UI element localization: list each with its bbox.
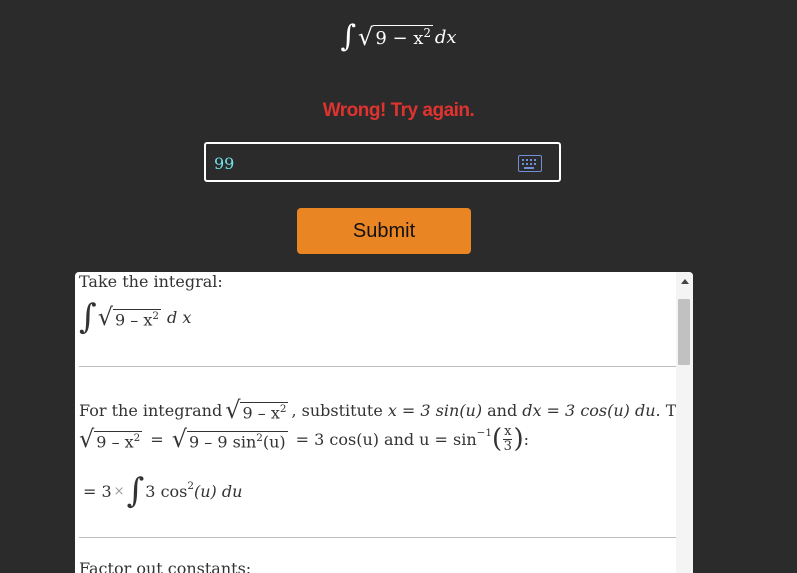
fraction: x3 <box>503 424 513 454</box>
problem-integral: ∫ √ 9 − x2 dx <box>340 22 456 52</box>
integral-sign: ∫ <box>126 471 145 511</box>
feedback-message: Wrong! Try again. <box>322 100 475 121</box>
step1-differential: d x <box>167 307 192 327</box>
step1-sqrt: √ 9 – x2 <box>97 303 162 331</box>
integral-sign: ∫ <box>79 297 97 337</box>
problem-sqrt: √ 9 − x2 <box>358 25 433 49</box>
scrollbar-thumb[interactable] <box>678 299 690 365</box>
problem-differential: dx <box>434 26 457 48</box>
step2-line2: √ 9 – x2 = √ 9 – 9 sin2(u) = 3 cos(u) an… <box>79 424 530 455</box>
answer-input-value[interactable]: 99 <box>214 154 234 173</box>
integral-sign: ∫ <box>340 19 357 54</box>
submit-button[interactable]: Submit <box>297 208 471 254</box>
step2-line1: For the integrand √ 9 – x2 , substitute … <box>79 396 693 424</box>
step1-radicand: 9 – x2 <box>113 309 162 330</box>
step4-label: Factor out constants: <box>79 559 252 573</box>
radical-sign: √ <box>358 23 374 51</box>
step3-line: = 3 × ∫ 3 cos 2 (u) du <box>83 471 243 511</box>
solution-panel: Take the integral: ∫ √ 9 – x2 d x For th… <box>75 272 693 573</box>
solution-scrollbar[interactable] <box>676 272 693 573</box>
answer-input[interactable]: 99 <box>204 142 561 182</box>
problem-radicand: 9 − x2 <box>373 25 433 50</box>
keyboard-icon[interactable] <box>518 155 542 172</box>
step1-label: Take the integral: <box>79 272 223 291</box>
scroll-up-arrow-icon[interactable] <box>676 272 693 290</box>
problem-statement: ∫ √ 9 − x2 dx <box>0 22 797 52</box>
step2-sqrt: √ 9 – x2 <box>225 396 289 424</box>
step1-integral: ∫ √ 9 – x2 d x <box>79 300 191 334</box>
step-divider <box>79 537 676 538</box>
step-divider <box>79 366 676 367</box>
